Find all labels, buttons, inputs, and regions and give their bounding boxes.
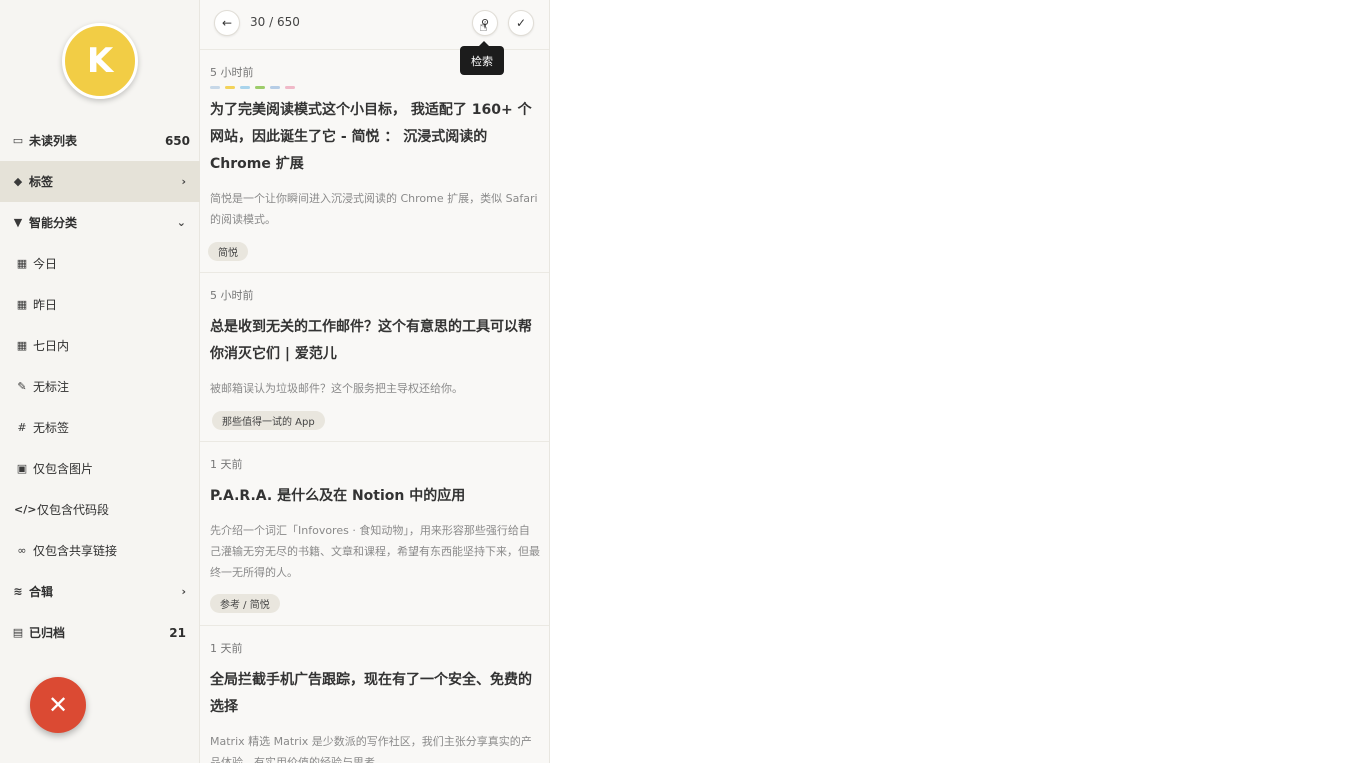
article-title[interactable]: 总是收到无关的工作邮件？这个有意思的工具可以帮你消灭它们 | 爱范儿	[210, 314, 535, 368]
calendar-icon: ▦	[16, 257, 28, 270]
sidebar-item-label: 昨日	[33, 298, 58, 312]
layers-icon: ≋	[13, 585, 23, 598]
color-swatch	[240, 86, 250, 89]
article-time: 1 天前	[210, 458, 243, 471]
sidebar-item-week[interactable]: ▦ 七日内	[0, 325, 200, 366]
image-icon: ▣	[16, 462, 28, 475]
color-swatch	[210, 86, 220, 89]
archive-icon: ▤	[12, 626, 24, 639]
sidebar-item-label: 无标签	[33, 421, 70, 435]
sidebar-item-label: 仅包含代码段	[37, 503, 110, 517]
reader-content-area	[551, 0, 1352, 763]
back-button[interactable]: ←	[214, 10, 240, 36]
color-swatch	[285, 86, 295, 89]
sidebar-item-label: 智能分类	[29, 216, 78, 230]
check-icon: ✓	[515, 16, 527, 30]
color-swatch	[225, 86, 235, 89]
inbox-icon: ▭	[12, 134, 24, 147]
search-tooltip: 检索	[460, 41, 504, 75]
sidebar-item-label: 七日内	[33, 339, 70, 353]
article-list-panel: ← 30 / 650 ⚲ ✓ ☝ 检索 5 小时前 为了完美阅读模式这个小目标，…	[200, 0, 550, 763]
article-title[interactable]: P.A.R.A. 是什么及在 Notion 中的应用	[210, 483, 535, 510]
link-icon: ∞	[17, 544, 27, 557]
avatar[interactable]: K	[62, 23, 138, 99]
sidebar-item-label: 今日	[33, 257, 58, 271]
sidebar: K ▭ 未读列表 650 ◆ 标签 › ▼ 智能分类 ⌄ ▦ 今日 ▦ 昨日 ▦…	[0, 0, 200, 763]
sidebar-item-smart-filter[interactable]: ▼ 智能分类 ⌄	[0, 202, 200, 243]
article-time: 5 小时前	[210, 66, 254, 79]
sidebar-item-images-only[interactable]: ▣ 仅包含图片	[0, 448, 200, 489]
app-window: K ▭ 未读列表 650 ◆ 标签 › ▼ 智能分类 ⌄ ▦ 今日 ▦ 昨日 ▦…	[0, 0, 1352, 763]
filter-icon: ▼	[13, 216, 23, 229]
article-time: 5 小时前	[210, 289, 254, 302]
article-title[interactable]: 为了完美阅读模式这个小目标， 我适配了 160+ 个网站，因此诞生了它 - 简悦…	[210, 97, 535, 178]
article-tag[interactable]: 简悦	[208, 242, 248, 261]
article-tag[interactable]: 那些值得一试的 App	[212, 411, 325, 430]
sidebar-item-unread[interactable]: ▭ 未读列表 650	[0, 120, 200, 161]
sidebar-item-label: 未读列表	[29, 134, 78, 148]
sidebar-item-tags[interactable]: ◆ 标签 ›	[0, 161, 200, 202]
sidebar-item-label: 无标注	[33, 380, 70, 394]
sidebar-item-label: 仅包含共享链接	[33, 544, 118, 558]
sidebar-item-label: 合辑	[29, 585, 54, 599]
code-icon: </>	[14, 503, 37, 516]
unread-count: 650	[164, 133, 190, 148]
sidebar-item-collections[interactable]: ≋ 合辑 ›	[0, 571, 200, 612]
sidebar-item-shared-links[interactable]: ∞ 仅包含共享链接	[0, 530, 200, 571]
highlighter-icon: ✎	[17, 380, 27, 393]
article-description: 被邮箱误认为垃圾邮件？这个服务把主导权还给你。	[210, 382, 463, 395]
sidebar-item-no-tag[interactable]: # 无标签	[0, 407, 200, 448]
sidebar-item-label: 标签	[29, 175, 54, 189]
article-item[interactable]: 1 天前 P.A.R.A. 是什么及在 Notion 中的应用 先介绍一个词汇「…	[200, 442, 549, 626]
tags-icon: ◆	[13, 175, 23, 188]
color-swatch	[255, 86, 265, 89]
article-time: 1 天前	[210, 642, 243, 655]
hashtag-icon: #	[17, 421, 27, 434]
close-icon: ✕	[47, 691, 69, 719]
chevron-right-icon: ›	[181, 585, 186, 598]
chevron-right-icon: ›	[181, 175, 186, 188]
chevron-down-icon: ⌄	[176, 216, 186, 229]
sidebar-item-label: 仅包含图片	[33, 462, 94, 476]
sidebar-item-label: 已归档	[29, 626, 66, 640]
pointer-cursor-icon: ☝	[479, 19, 488, 35]
article-item[interactable]: 5 小时前 为了完美阅读模式这个小目标， 我适配了 160+ 个网站，因此诞生了…	[200, 50, 549, 273]
sidebar-item-no-annotation[interactable]: ✎ 无标注	[0, 366, 200, 407]
arrow-left-icon: ←	[221, 16, 233, 30]
article-item[interactable]: 5 小时前 总是收到无关的工作邮件？这个有意思的工具可以帮你消灭它们 | 爱范儿…	[200, 273, 549, 442]
color-swatch	[270, 86, 280, 89]
sidebar-item-today[interactable]: ▦ 今日	[0, 243, 200, 284]
mark-read-button[interactable]: ✓	[508, 10, 534, 36]
article-item[interactable]: 1 天前 全局拦截手机广告跟踪，现在有了一个安全、免费的选择 Matrix 精选…	[200, 626, 549, 763]
sidebar-item-code-only[interactable]: </> 仅包含代码段	[0, 489, 200, 530]
calendar-icon: ▦	[16, 298, 28, 311]
calendar-icon: ▦	[16, 339, 28, 352]
article-description: Matrix 精选 Matrix 是少数派的写作社区，我们主张分享真实的产品体验…	[210, 735, 532, 763]
close-fab-button[interactable]: ✕	[30, 677, 86, 733]
list-toolbar: ← 30 / 650 ⚲ ✓	[200, 0, 549, 50]
article-description: 简悦是一个让你瞬间进入沉浸式阅读的 Chrome 扩展，类似 Safari 的阅…	[210, 192, 538, 226]
article-tag[interactable]: 参考 / 简悦	[210, 594, 280, 613]
archived-count: 21	[169, 625, 186, 640]
article-title[interactable]: 全局拦截手机广告跟踪，现在有了一个安全、免费的选择	[210, 667, 535, 721]
highlight-color-bar	[210, 86, 295, 89]
sidebar-item-yesterday[interactable]: ▦ 昨日	[0, 284, 200, 325]
pager-text: 30 / 650	[250, 15, 300, 29]
article-description: 先介绍一个词汇「Infovores · 食知动物」，用来形容那些强行给自己灌输无…	[210, 524, 540, 579]
sidebar-item-archived[interactable]: ▤ 已归档 21	[0, 612, 200, 653]
